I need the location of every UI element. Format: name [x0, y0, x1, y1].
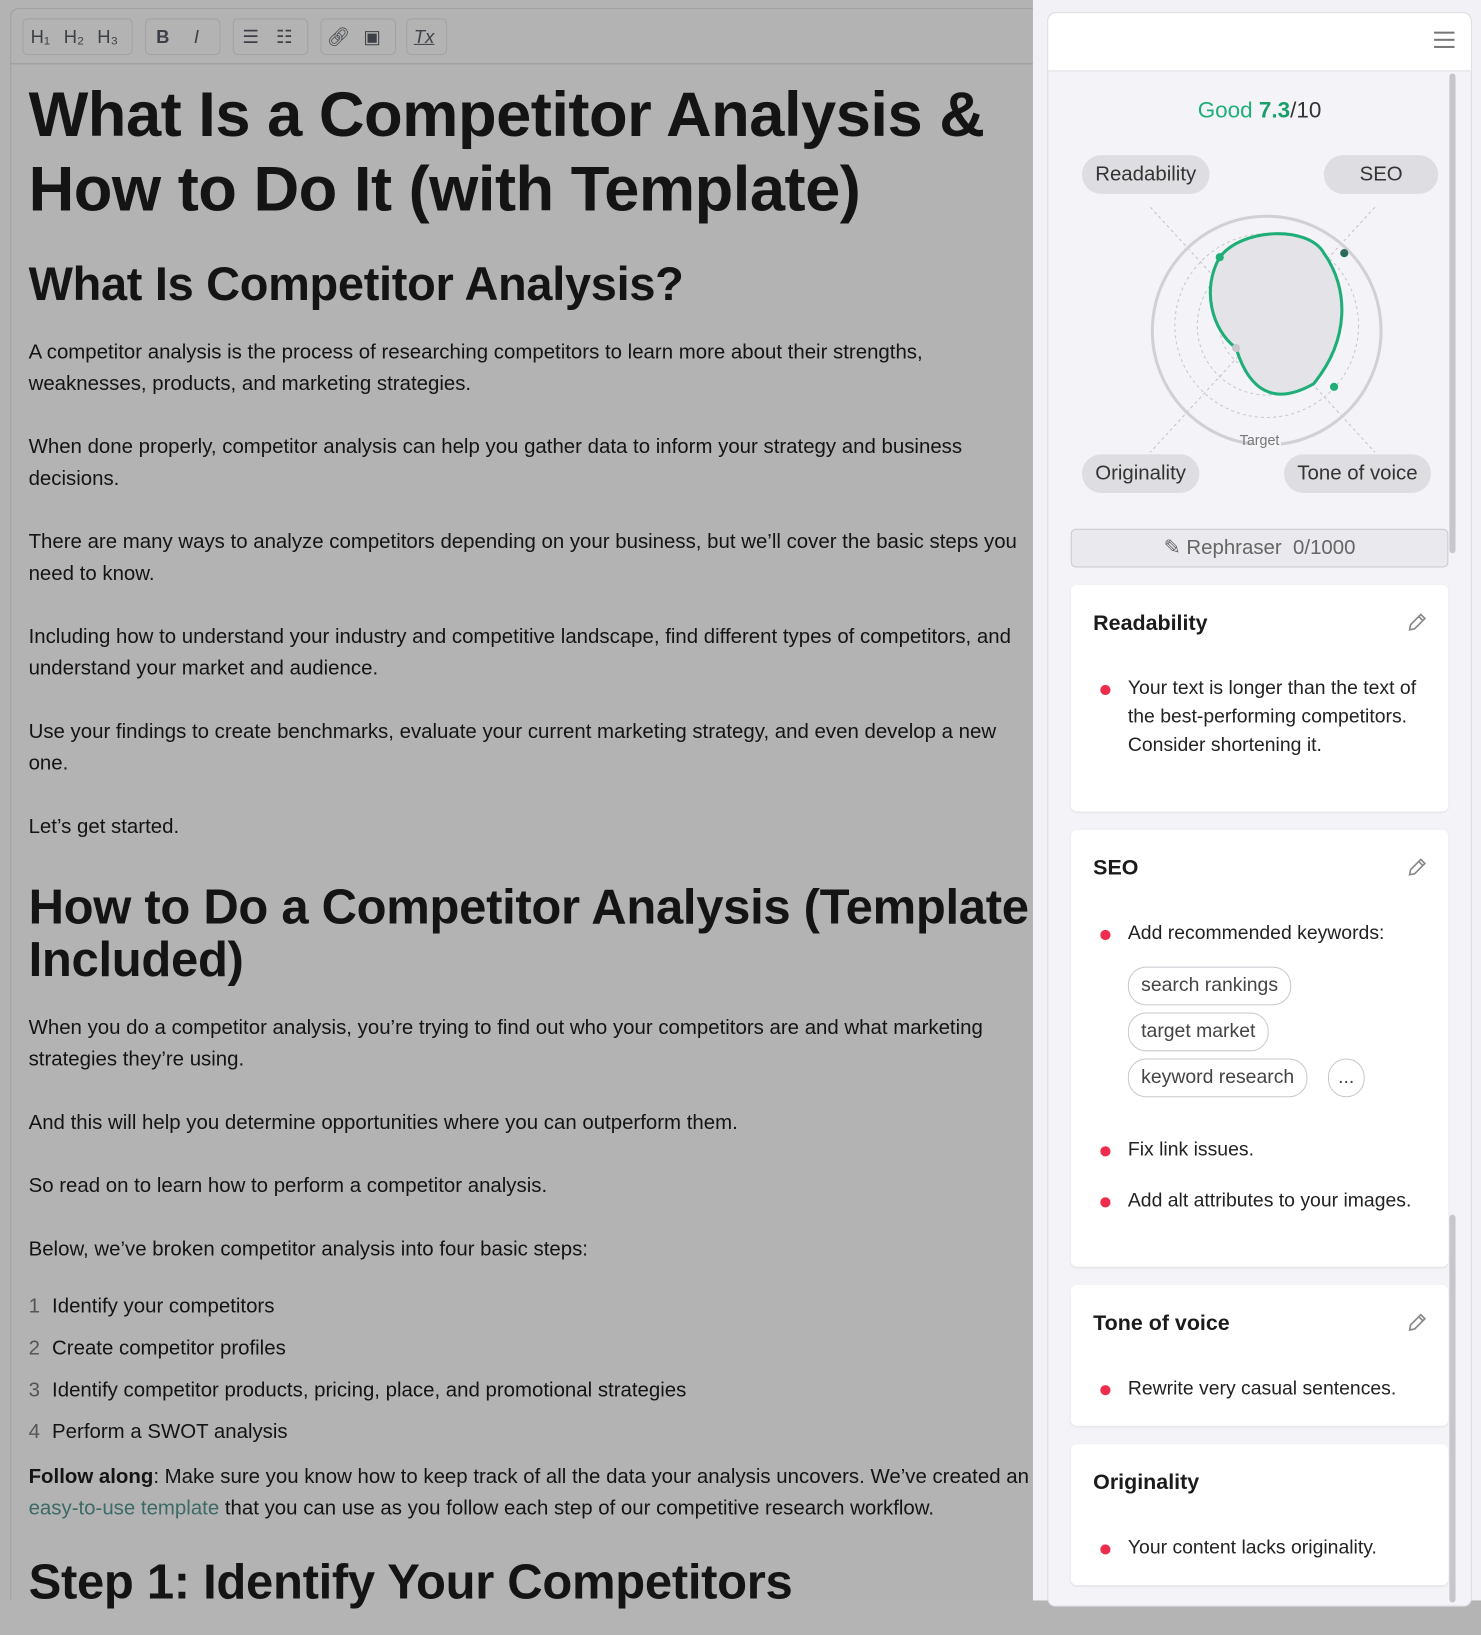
follow-along-paragraph: Follow along: Make sure you know how to … — [29, 1462, 1034, 1525]
item-text: Perform a SWOT analysis — [52, 1420, 288, 1444]
magic-pen-icon: ✎ — [1163, 536, 1181, 560]
item-number: 3 — [28, 1378, 40, 1402]
insert-group: 🔗︎ ▣ — [320, 18, 397, 56]
h2-button[interactable]: H₂ — [57, 26, 91, 47]
list-item: 4 Perform a SWOT analysis — [29, 1412, 1034, 1454]
item-number: 1 — [28, 1295, 40, 1318]
formatting-toolbar: H₁ H₂ H₃ B I ☰ ☷ 🔗︎ ▣ Tx — [10, 8, 1033, 65]
list-item: 2 Create competitor profiles — [29, 1328, 1034, 1370]
list-item: 1 Identify your competitors — [29, 1286, 1034, 1328]
article-title: What Is a Competitor Analysis & How to D… — [28, 79, 985, 225]
originality-point — [1231, 343, 1241, 353]
panel-scrollbar-thumb[interactable] — [1449, 73, 1456, 554]
article-content[interactable]: What Is a Competitor Analysis & How to D… — [29, 71, 1034, 1635]
issue-item: Add recommended keywords: — [1100, 920, 1430, 949]
panel-card: Good 7.3/10 Target Readability SEO Origi… — [1047, 12, 1472, 1607]
keyword-chip[interactable]: keyword research — [1127, 1058, 1308, 1098]
bulleted-list-icon[interactable]: ☷ — [267, 26, 301, 47]
issue-item: Fix link issues. — [1100, 1136, 1430, 1165]
paragraph: There are many ways to analyze competito… — [28, 530, 1017, 585]
card-title: SEO — [1093, 856, 1139, 880]
rephraser-button[interactable]: ✎ Rephraser 0/1000 — [1070, 528, 1449, 568]
rephraser-label: Rephraser — [1186, 536, 1282, 560]
text: that you can use as you follow each step… — [219, 1497, 935, 1520]
link-icon[interactable]: 🔗︎ — [322, 26, 356, 47]
editor: H₁ H₂ H₃ B I ☰ ☷ 🔗︎ ▣ Tx What Is a Compe… — [0, 0, 1033, 1609]
pencil-icon[interactable] — [1406, 856, 1428, 878]
image-icon[interactable]: ▣ — [355, 26, 389, 47]
paragraph: And this will help you determine opportu… — [28, 1111, 738, 1134]
originality-pill[interactable]: Originality — [1081, 454, 1200, 493]
heading-how-to: How to Do a Competitor Analysis (Templat… — [28, 880, 1029, 988]
follow-along-label: Follow along — [28, 1465, 154, 1489]
item-number: 4 — [28, 1420, 40, 1444]
paragraph: A competitor analysis is the process of … — [28, 340, 923, 396]
card-title: Readability — [1093, 611, 1208, 635]
paragraph: Including how to understand your industr… — [28, 625, 1011, 680]
numbered-list-icon[interactable]: ☰ — [234, 26, 268, 47]
paragraph: Let’s get started. — [28, 815, 180, 838]
issue-item: Your text is longer than the text of the… — [1100, 675, 1430, 761]
card-title: Tone of voice — [1093, 1311, 1230, 1336]
target-label: Target — [1239, 431, 1280, 449]
italic-button[interactable]: I — [180, 26, 214, 47]
keyword-chip[interactable]: target market — [1127, 1012, 1269, 1052]
keyword-chip[interactable]: search rankings — [1127, 966, 1292, 1006]
seo-pill[interactable]: SEO — [1323, 155, 1439, 194]
score-radar — [1149, 206, 1383, 453]
seo-point — [1340, 249, 1349, 258]
hamburger-menu-icon[interactable] — [1434, 31, 1455, 53]
panel-header — [1048, 13, 1471, 72]
score-value: 7.3 — [1258, 96, 1291, 123]
paragraph: So read on to learn how to perform a com… — [28, 1174, 548, 1198]
tone-point — [1329, 382, 1339, 391]
template-link[interactable]: easy-to-use template — [29, 1497, 220, 1519]
item-text: Create competitor profiles — [52, 1337, 286, 1360]
h3-button[interactable]: H₃ — [91, 26, 125, 47]
heading-step-1: Step 1: Identify Your Competitors — [28, 1555, 793, 1610]
paragraph: When done properly, competitor analysis … — [28, 435, 963, 490]
steps-list: 1 Identify your competitors 2 Create compe… — [29, 1286, 1034, 1453]
item-number: 2 — [28, 1337, 40, 1360]
heading-group: H₁ H₂ H₃ — [22, 18, 133, 56]
item-text: Identify your competitors — [52, 1295, 275, 1318]
issue-item: Add alt attributes to your images. — [1100, 1187, 1430, 1216]
paragraph: Below, we’ve broken competitor analysis … — [28, 1238, 588, 1261]
tone-of-voice-card: Tone of voice Rewrite very casual senten… — [1070, 1285, 1449, 1426]
rephraser-count: 0/1000 — [1293, 536, 1356, 560]
tone-of-voice-pill[interactable]: Tone of voice — [1284, 454, 1431, 493]
paragraph: When you do a competitor analysis, you’r… — [28, 1016, 983, 1071]
clear-group: Tx — [406, 18, 448, 56]
text-style-group: B I — [144, 18, 221, 56]
originality-card: Originality Your content lacks originali… — [1070, 1444, 1449, 1586]
item-text: Identify competitor products, pricing, p… — [52, 1378, 687, 1402]
content-assistant-panel: Good 7.3/10 Target Readability SEO Origi… — [1032, 0, 1481, 1607]
issue-item: Your content lacks originality. — [1100, 1534, 1430, 1563]
clear-format-button[interactable]: Tx — [407, 26, 441, 47]
text: : Make sure you know how to keep track o… — [153, 1465, 1029, 1489]
readability-card: Readability Your text is longer than the… — [1070, 584, 1449, 812]
readability-pill[interactable]: Readability — [1081, 155, 1210, 194]
more-keywords-button[interactable]: ... — [1327, 1058, 1365, 1098]
seo-card: SEO Add recommended keywords: search ran… — [1070, 829, 1449, 1267]
card-title: Originality — [1093, 1470, 1200, 1495]
issue-item: Rewrite very casual sentences. — [1100, 1375, 1430, 1404]
heading-what-is: What Is Competitor Analysis? — [28, 257, 684, 311]
list-group: ☰ ☷ — [232, 18, 309, 56]
overall-score: Good 7.3/10 — [1048, 97, 1471, 124]
readability-point — [1215, 253, 1224, 262]
list-item: 3 Identify competitor products, pricing, … — [29, 1370, 1034, 1412]
bold-button[interactable]: B — [146, 26, 180, 47]
score-max: /10 — [1290, 96, 1322, 123]
score-label: Good — [1197, 96, 1253, 123]
pencil-icon[interactable] — [1406, 611, 1428, 633]
h1-button[interactable]: H₁ — [23, 26, 57, 47]
paragraph: Use your findings to create benchmarks, … — [28, 720, 997, 775]
pencil-icon[interactable] — [1406, 1312, 1428, 1334]
panel-scrollbar-track[interactable] — [1449, 1214, 1456, 1603]
